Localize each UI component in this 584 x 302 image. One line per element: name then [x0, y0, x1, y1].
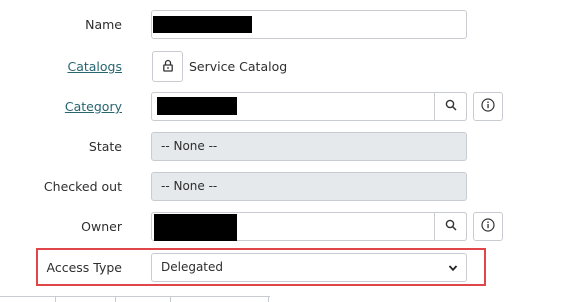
redacted-block [153, 16, 252, 33]
owner-search-button[interactable] [434, 212, 467, 241]
checked-out-field: -- None -- [151, 172, 467, 201]
category-link[interactable]: Category [0, 99, 122, 114]
access-type-select[interactable]: Delegated [151, 253, 467, 282]
state-label: State [88, 139, 122, 154]
checked-out-label: Checked out [43, 179, 122, 194]
lock-icon [162, 59, 174, 75]
owner-info-button[interactable] [473, 212, 503, 241]
redacted-block [157, 97, 237, 115]
name-field[interactable] [151, 10, 467, 39]
info-icon [481, 218, 495, 235]
state-value: -- None -- [161, 139, 218, 153]
bottom-tab-strip [0, 296, 270, 302]
catalogs-link[interactable]: Catalogs [0, 59, 122, 74]
catalog-lock-button[interactable] [152, 51, 183, 82]
access-type-label: Access Type [46, 260, 122, 275]
checked-out-value: -- None -- [161, 179, 218, 193]
info-icon [481, 98, 495, 115]
owner-label: Owner [81, 219, 122, 234]
state-field: -- None -- [151, 132, 467, 161]
name-label: Name [85, 17, 122, 32]
access-type-value: Delegated [161, 260, 224, 274]
category-info-button[interactable] [473, 92, 503, 121]
search-icon [445, 99, 457, 114]
owner-field[interactable] [151, 212, 467, 241]
chevron-down-icon [448, 262, 458, 276]
category-search-button[interactable] [434, 92, 467, 121]
catalogs-value: Service Catalog [189, 59, 288, 74]
search-icon [445, 219, 457, 234]
category-field[interactable] [151, 92, 467, 121]
redacted-block [154, 214, 237, 241]
